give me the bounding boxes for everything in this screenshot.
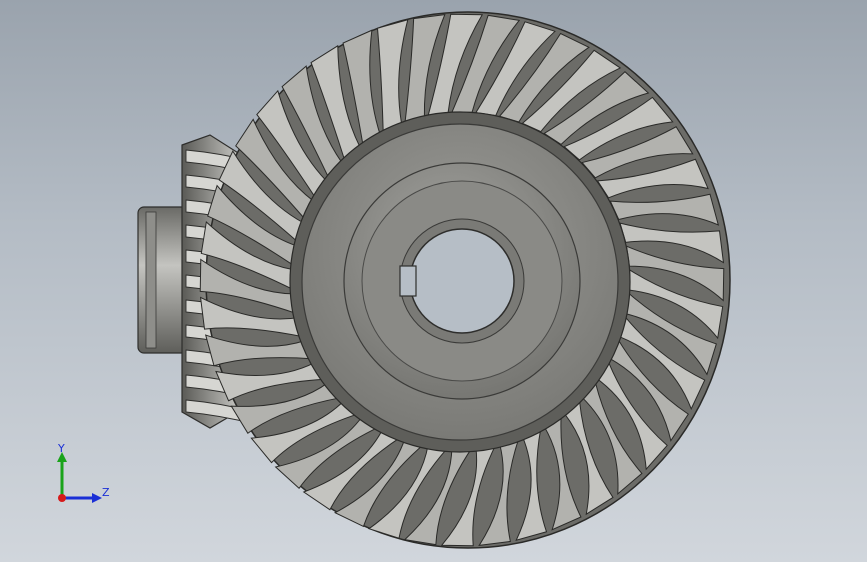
graphics-viewport[interactable]: Y Z	[0, 0, 867, 562]
coordinate-triad: Y Z	[52, 440, 122, 510]
y-axis-label: Y	[58, 442, 65, 455]
z-axis-label: Z	[102, 486, 110, 499]
keyway-slot	[399, 265, 417, 297]
pinion-shaft-collar	[137, 206, 189, 354]
gear-model-scene[interactable]	[0, 0, 867, 562]
z-axis-arrowhead	[92, 493, 102, 503]
bevel-gear[interactable]	[199, 11, 731, 549]
pinion-shaft-step	[145, 211, 157, 349]
x-axis-dot	[58, 494, 66, 502]
bore-hole	[409, 228, 515, 334]
